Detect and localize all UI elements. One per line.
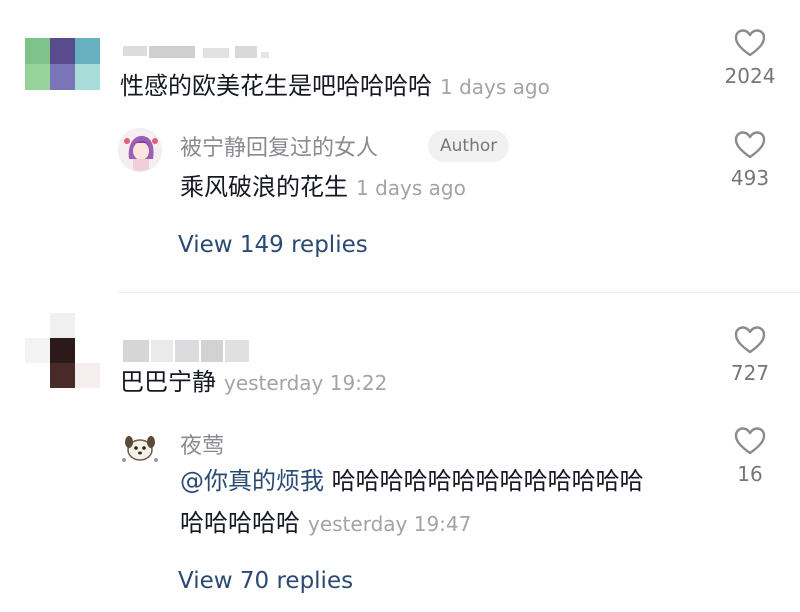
heart-outline-icon	[734, 29, 766, 57]
username-blurred[interactable]	[123, 340, 253, 362]
anime-avatar-icon	[124, 135, 158, 171]
comment-time: yesterday 19:22	[224, 371, 388, 395]
reply-avatar[interactable]	[118, 128, 162, 172]
reply-time: yesterday 19:47	[308, 512, 472, 536]
comment-body: 性感的欧美花生是吧哈哈哈哈	[120, 72, 432, 100]
view-replies-button[interactable]: View 149 replies	[178, 232, 368, 258]
view-replies-button[interactable]: View 70 replies	[178, 568, 353, 594]
comment-text: 性感的欧美花生是吧哈哈哈哈 1 days ago	[120, 70, 550, 103]
comment-time: 1 days ago	[440, 75, 550, 99]
like-count: 2024	[724, 64, 776, 88]
avatar[interactable]	[25, 38, 100, 90]
comment-text: 巴巴宁静 yesterday 19:22	[120, 366, 387, 399]
heart-outline-icon	[734, 131, 766, 159]
like-count: 493	[730, 166, 770, 190]
like-count: 16	[737, 462, 763, 486]
divider	[118, 292, 800, 293]
reply-text-continued: 哈哈哈哈哈 yesterday 19:47	[180, 507, 471, 540]
like-count: 727	[730, 361, 770, 385]
username-blurred[interactable]	[123, 36, 273, 58]
like-button[interactable]: 2024	[715, 28, 785, 88]
author-badge: Author	[428, 130, 510, 162]
comment-body: 巴巴宁静	[120, 368, 216, 396]
reply-username[interactable]: 夜莺	[180, 428, 224, 460]
mention-link[interactable]: @你真的烦我	[180, 467, 324, 495]
dog-avatar-icon	[122, 436, 158, 462]
reply-time: 1 days ago	[356, 176, 466, 200]
heart-outline-icon	[734, 427, 766, 455]
reply-username[interactable]: 被宁静回复过的女人	[180, 130, 378, 162]
reply-text: @你真的烦我 哈哈哈哈哈哈哈哈哈哈哈哈哈	[180, 465, 644, 497]
reply-text: 乘风破浪的花生 1 days ago	[180, 171, 466, 204]
reply-avatar[interactable]	[118, 426, 162, 470]
reply-body-line1: 哈哈哈哈哈哈哈哈哈哈哈哈哈	[331, 467, 644, 495]
avatar[interactable]	[25, 313, 100, 388]
reply-body-line2: 哈哈哈哈哈	[180, 509, 300, 537]
reply-body: 乘风破浪的花生	[180, 173, 348, 201]
like-button[interactable]: 727	[715, 325, 785, 385]
like-button[interactable]: 493	[715, 130, 785, 190]
heart-outline-icon	[734, 326, 766, 354]
like-button[interactable]: 16	[715, 426, 785, 486]
